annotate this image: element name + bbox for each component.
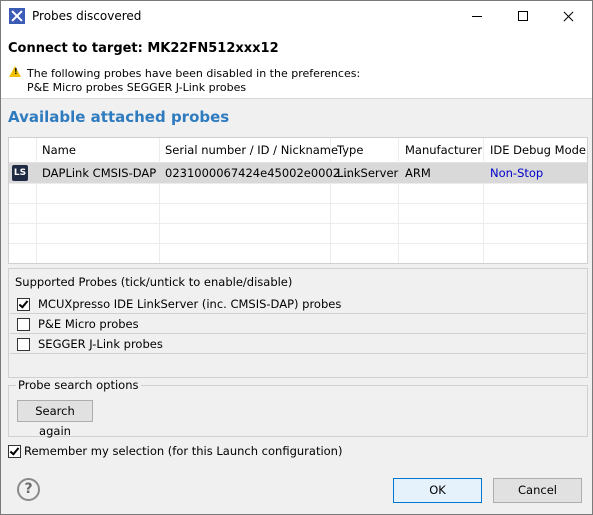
section-title: Available attached probes: [8, 108, 230, 126]
row-divider: [9, 203, 587, 204]
probe-debug-mode-link[interactable]: Non-Stop: [490, 166, 543, 180]
probe-type: LinkServer: [337, 166, 399, 180]
probes-table[interactable]: Name Serial number / ID / Nickname Type …: [8, 137, 588, 264]
supported-probes-group: Supported Probes (tick/untick to enable/…: [8, 268, 588, 378]
ok-button[interactable]: OK: [393, 478, 482, 503]
jlink-checkbox[interactable]: [17, 338, 30, 351]
connect-target-title: Connect to target: MK22FN512xxx12: [8, 41, 279, 56]
probe-option-linkserver[interactable]: MCUXpresso IDE LinkServer (inc. CMSIS-DA…: [10, 294, 586, 314]
app-icon: [9, 8, 25, 24]
table-header: Name Serial number / ID / Nickname Type …: [9, 138, 587, 163]
help-icon[interactable]: ?: [17, 478, 40, 501]
column-header-debug-mode[interactable]: IDE Debug Mode: [490, 143, 586, 157]
warning-message-line1: The following probes have been disabled …: [27, 67, 361, 80]
row-divider: [9, 183, 587, 184]
column-separator: [483, 138, 484, 263]
column-header-type[interactable]: Type: [337, 143, 363, 157]
probes-dialog: Probes discovered Connect to target: MK2…: [0, 0, 593, 515]
warning-message-line2: P&E Micro probes SEGGER J-Link probes: [27, 81, 247, 94]
column-separator: [159, 138, 160, 263]
dialog-header: Connect to target: MK22FN512xxx12 ! The …: [1, 32, 592, 99]
column-header-serial[interactable]: Serial number / ID / Nickname: [165, 143, 338, 157]
remember-selection-checkbox[interactable]: [8, 445, 21, 458]
warning-icon: !: [9, 66, 21, 77]
column-separator: [330, 138, 331, 263]
row-divider: [9, 223, 587, 224]
linkserver-checkbox[interactable]: [17, 298, 30, 311]
remember-selection-label[interactable]: Remember my selection (for this Launch c…: [24, 444, 342, 458]
minimize-button[interactable]: [454, 1, 500, 32]
linkserver-icon: LS: [12, 165, 28, 181]
column-separator: [398, 138, 399, 263]
probe-option-pemicro[interactable]: P&E Micro probes: [10, 314, 586, 334]
probe-search-group: Probe search options Search again: [8, 378, 588, 438]
probe-name: DAPLink CMSIS-DAP: [42, 166, 157, 180]
probe-option-jlink[interactable]: SEGGER J-Link probes: [10, 334, 586, 354]
window-title: Probes discovered: [32, 9, 142, 23]
pemicro-checkbox[interactable]: [17, 318, 30, 331]
row-divider: [9, 243, 587, 244]
pemicro-label[interactable]: P&E Micro probes: [38, 317, 139, 331]
jlink-label[interactable]: SEGGER J-Link probes: [38, 337, 163, 351]
close-button[interactable]: [546, 1, 592, 32]
title-bar: Probes discovered: [1, 1, 592, 32]
probe-manufacturer: ARM: [405, 166, 431, 180]
probe-serial: 0231000067424e45002e0002...: [165, 166, 352, 180]
column-header-manufacturer[interactable]: Manufacturer: [405, 143, 482, 157]
probe-search-title: Probe search options: [16, 378, 141, 392]
search-again-button[interactable]: Search again: [17, 400, 93, 438]
cancel-button[interactable]: Cancel: [493, 478, 582, 503]
column-header-name[interactable]: Name: [42, 143, 76, 157]
maximize-button[interactable]: [500, 1, 546, 32]
supported-probes-title: Supported Probes (tick/untick to enable/…: [15, 275, 293, 289]
column-separator: [36, 138, 37, 263]
linkserver-label[interactable]: MCUXpresso IDE LinkServer (inc. CMSIS-DA…: [38, 297, 341, 311]
